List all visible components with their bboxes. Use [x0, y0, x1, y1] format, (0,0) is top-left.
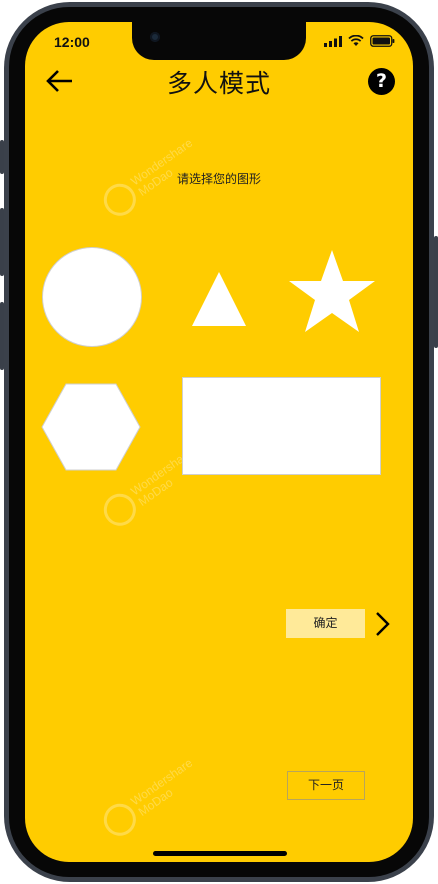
shape-hexagon[interactable] [41, 383, 141, 471]
power-button [434, 236, 438, 348]
next-page-button[interactable]: 下一页 [287, 771, 365, 800]
shape-rectangle[interactable] [182, 377, 381, 475]
app-screen: Wondershare MoDao Wondershare MoDao Wonder… [25, 22, 413, 862]
shape-circle[interactable] [43, 248, 141, 346]
watermark-logo-icon [97, 797, 143, 843]
watermark: Wondershare MoDao [97, 754, 205, 843]
signal-icon [324, 35, 342, 47]
watermark-line2: MoDao [135, 785, 176, 819]
wifi-icon [348, 35, 364, 46]
page-title: 多人模式 [166, 69, 271, 98]
battery-icon [370, 35, 395, 47]
chevron-right-icon[interactable] [373, 611, 391, 637]
choose-shape-prompt: 请选择您的图形 [176, 172, 261, 186]
watermark-logo-icon [97, 487, 143, 533]
front-camera-icon [150, 32, 160, 42]
phone-device: Wondershare MoDao Wondershare MoDao Wonder… [0, 0, 438, 884]
status-icons [324, 35, 395, 47]
home-indicator [153, 851, 287, 856]
watermark-line2: MoDao [135, 475, 176, 509]
watermark-line1: Wondershare [128, 755, 196, 809]
shape-triangle[interactable] [189, 270, 249, 328]
confirm-button[interactable]: 确定 [286, 609, 365, 638]
shape-star[interactable] [286, 248, 378, 338]
question-circle-icon[interactable]: ? [368, 68, 395, 95]
notch [132, 22, 306, 60]
status-time: 12:00 [54, 34, 90, 50]
